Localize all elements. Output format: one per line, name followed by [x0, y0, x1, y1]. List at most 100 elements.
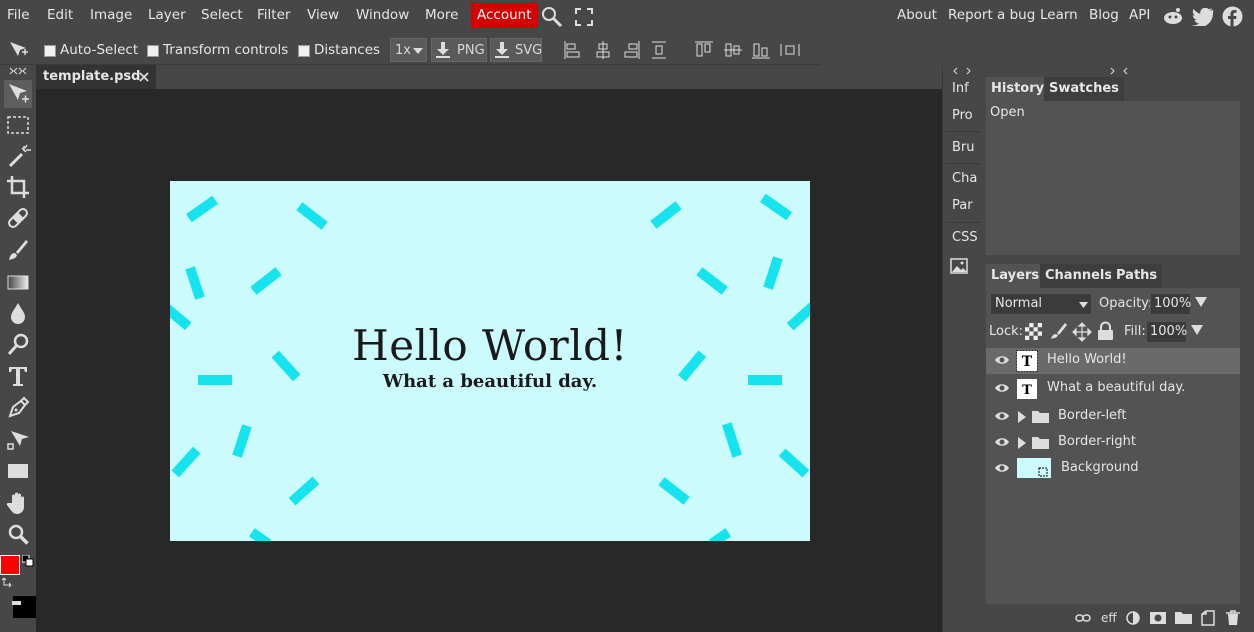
move-tool[interactable] [4, 80, 32, 108]
lock-pixels-icon[interactable] [1049, 322, 1067, 340]
link-api[interactable]: API [1129, 0, 1150, 32]
menu-view[interactable]: View [307, 0, 339, 32]
shape-tool[interactable] [4, 457, 32, 485]
dodge-tool[interactable] [4, 331, 32, 359]
menu-select[interactable]: Select [201, 0, 243, 32]
opacity-dropdown-icon[interactable] [1195, 297, 1207, 307]
menu-filter[interactable]: Filter [257, 0, 290, 32]
collapse-panels-icon[interactable] [953, 67, 971, 75]
lock-all-icon[interactable] [1097, 321, 1114, 341]
collapse-right-panel-icon[interactable] [1110, 67, 1128, 75]
align-bottom-icon[interactable] [752, 41, 770, 59]
account-button[interactable]: Account [471, 3, 538, 28]
zoom-tool[interactable] [4, 520, 32, 548]
link-learn[interactable]: Learn [1040, 0, 1078, 32]
lock-position-icon[interactable] [1072, 322, 1092, 342]
menu-edit[interactable]: Edit [47, 0, 73, 32]
expand-arrow-icon[interactable] [1018, 437, 1026, 449]
magic-wand-tool[interactable] [4, 142, 32, 170]
layer-row-hello-world[interactable]: T Hello World! [986, 348, 1240, 374]
distribute-horizontal-icon[interactable] [780, 41, 800, 59]
visibility-eye-icon[interactable] [994, 354, 1010, 366]
layer-row-subtitle[interactable]: T What a beautiful day. [986, 376, 1240, 402]
document-tab[interactable]: template.psd [36, 65, 156, 89]
mini-panel-character[interactable]: Cha [952, 171, 977, 186]
delete-layer-icon[interactable] [1226, 610, 1240, 626]
align-center-v-icon[interactable] [724, 41, 742, 59]
layers-scrollbar[interactable] [1240, 348, 1254, 604]
tab-channels[interactable]: Channels [1040, 264, 1118, 288]
distances-checkbox[interactable] [298, 45, 310, 57]
mini-panel-brush[interactable]: Bru [952, 140, 975, 155]
layer-row-border-right[interactable]: Border-right [986, 430, 1240, 456]
tab-paths[interactable]: Paths [1111, 264, 1163, 288]
pen-tool[interactable] [4, 394, 32, 422]
tab-history[interactable]: History [986, 77, 1050, 101]
foreground-color-swatch[interactable] [0, 555, 20, 575]
brush-tool[interactable] [4, 236, 32, 264]
transform-controls-checkbox[interactable] [147, 45, 159, 57]
menu-window[interactable]: Window [356, 0, 409, 32]
mini-panel-paragraph[interactable]: Par [952, 198, 973, 213]
visibility-eye-icon[interactable] [994, 382, 1010, 394]
lock-transparency-icon[interactable] [1025, 323, 1042, 340]
gradient-tool[interactable] [4, 268, 32, 296]
blend-mode-select[interactable]: Normal [990, 293, 1092, 315]
link-layers-icon[interactable] [1075, 613, 1091, 623]
align-center-h-icon[interactable] [595, 41, 611, 59]
search-icon[interactable] [541, 6, 563, 28]
adjustment-layer-icon[interactable] [1126, 611, 1140, 625]
link-blog[interactable]: Blog [1089, 0, 1119, 32]
tab-swatches[interactable]: Swatches [1044, 77, 1124, 101]
opacity-input[interactable]: 100% [1150, 293, 1191, 315]
menu-more[interactable]: More [425, 0, 458, 32]
fill-dropdown-icon[interactable] [1191, 325, 1203, 335]
link-about[interactable]: About [897, 0, 937, 32]
zoom-select[interactable]: 1x [390, 38, 427, 62]
collapse-toolbar-icon[interactable] [9, 67, 27, 75]
new-group-icon[interactable] [1175, 611, 1192, 624]
layer-row-border-left[interactable]: Border-left [986, 404, 1240, 430]
link-report-bug[interactable]: Report a bug [948, 0, 1035, 32]
visibility-eye-icon[interactable] [994, 462, 1010, 474]
facebook-icon[interactable] [1222, 6, 1243, 27]
hand-tool[interactable] [4, 489, 32, 517]
align-left-icon[interactable] [564, 41, 580, 59]
menu-image[interactable]: Image [90, 0, 132, 32]
reset-colors-icon[interactable] [22, 555, 34, 567]
align-right-icon[interactable] [624, 41, 640, 59]
expand-arrow-icon[interactable] [1018, 411, 1026, 423]
menu-layer[interactable]: Layer [148, 0, 186, 32]
distribute-vertical-icon[interactable] [652, 41, 666, 59]
healing-tool[interactable] [4, 204, 32, 232]
new-layer-icon[interactable] [1201, 610, 1215, 626]
menu-file[interactable]: File [7, 0, 30, 32]
fullscreen-icon[interactable] [575, 8, 593, 26]
history-entry[interactable]: Open [990, 105, 1025, 120]
marquee-tool[interactable] [4, 111, 32, 139]
background-color-swatch[interactable] [13, 596, 37, 618]
image-icon[interactable] [950, 258, 968, 274]
path-select-tool[interactable] [4, 426, 32, 454]
export-png-button[interactable]: PNG [431, 38, 487, 62]
tab-layers[interactable]: Layers [986, 264, 1045, 288]
visibility-eye-icon[interactable] [994, 436, 1010, 448]
swap-colors-icon[interactable] [2, 576, 14, 588]
mini-panel-info[interactable]: Inf [952, 81, 969, 96]
reddit-icon[interactable] [1162, 7, 1184, 25]
auto-select-checkbox[interactable] [44, 45, 56, 57]
type-tool[interactable] [4, 362, 32, 390]
visibility-eye-icon[interactable] [994, 410, 1010, 422]
quick-mask-icon[interactable] [12, 601, 21, 605]
blur-tool[interactable] [4, 299, 32, 327]
crop-tool[interactable] [4, 173, 32, 201]
align-top-icon[interactable] [695, 41, 713, 59]
mini-panel-properties[interactable]: Pro [952, 108, 973, 123]
fill-input[interactable]: 100% [1146, 321, 1187, 343]
twitter-icon[interactable] [1192, 8, 1214, 26]
export-svg-button[interactable]: SVG [490, 38, 542, 62]
document-canvas[interactable]: Hello World! What a beautiful day. [170, 181, 810, 541]
layer-effects-button[interactable]: eff [1101, 611, 1117, 625]
close-icon[interactable] [139, 72, 149, 82]
mini-panel-css[interactable]: CSS [952, 230, 978, 245]
